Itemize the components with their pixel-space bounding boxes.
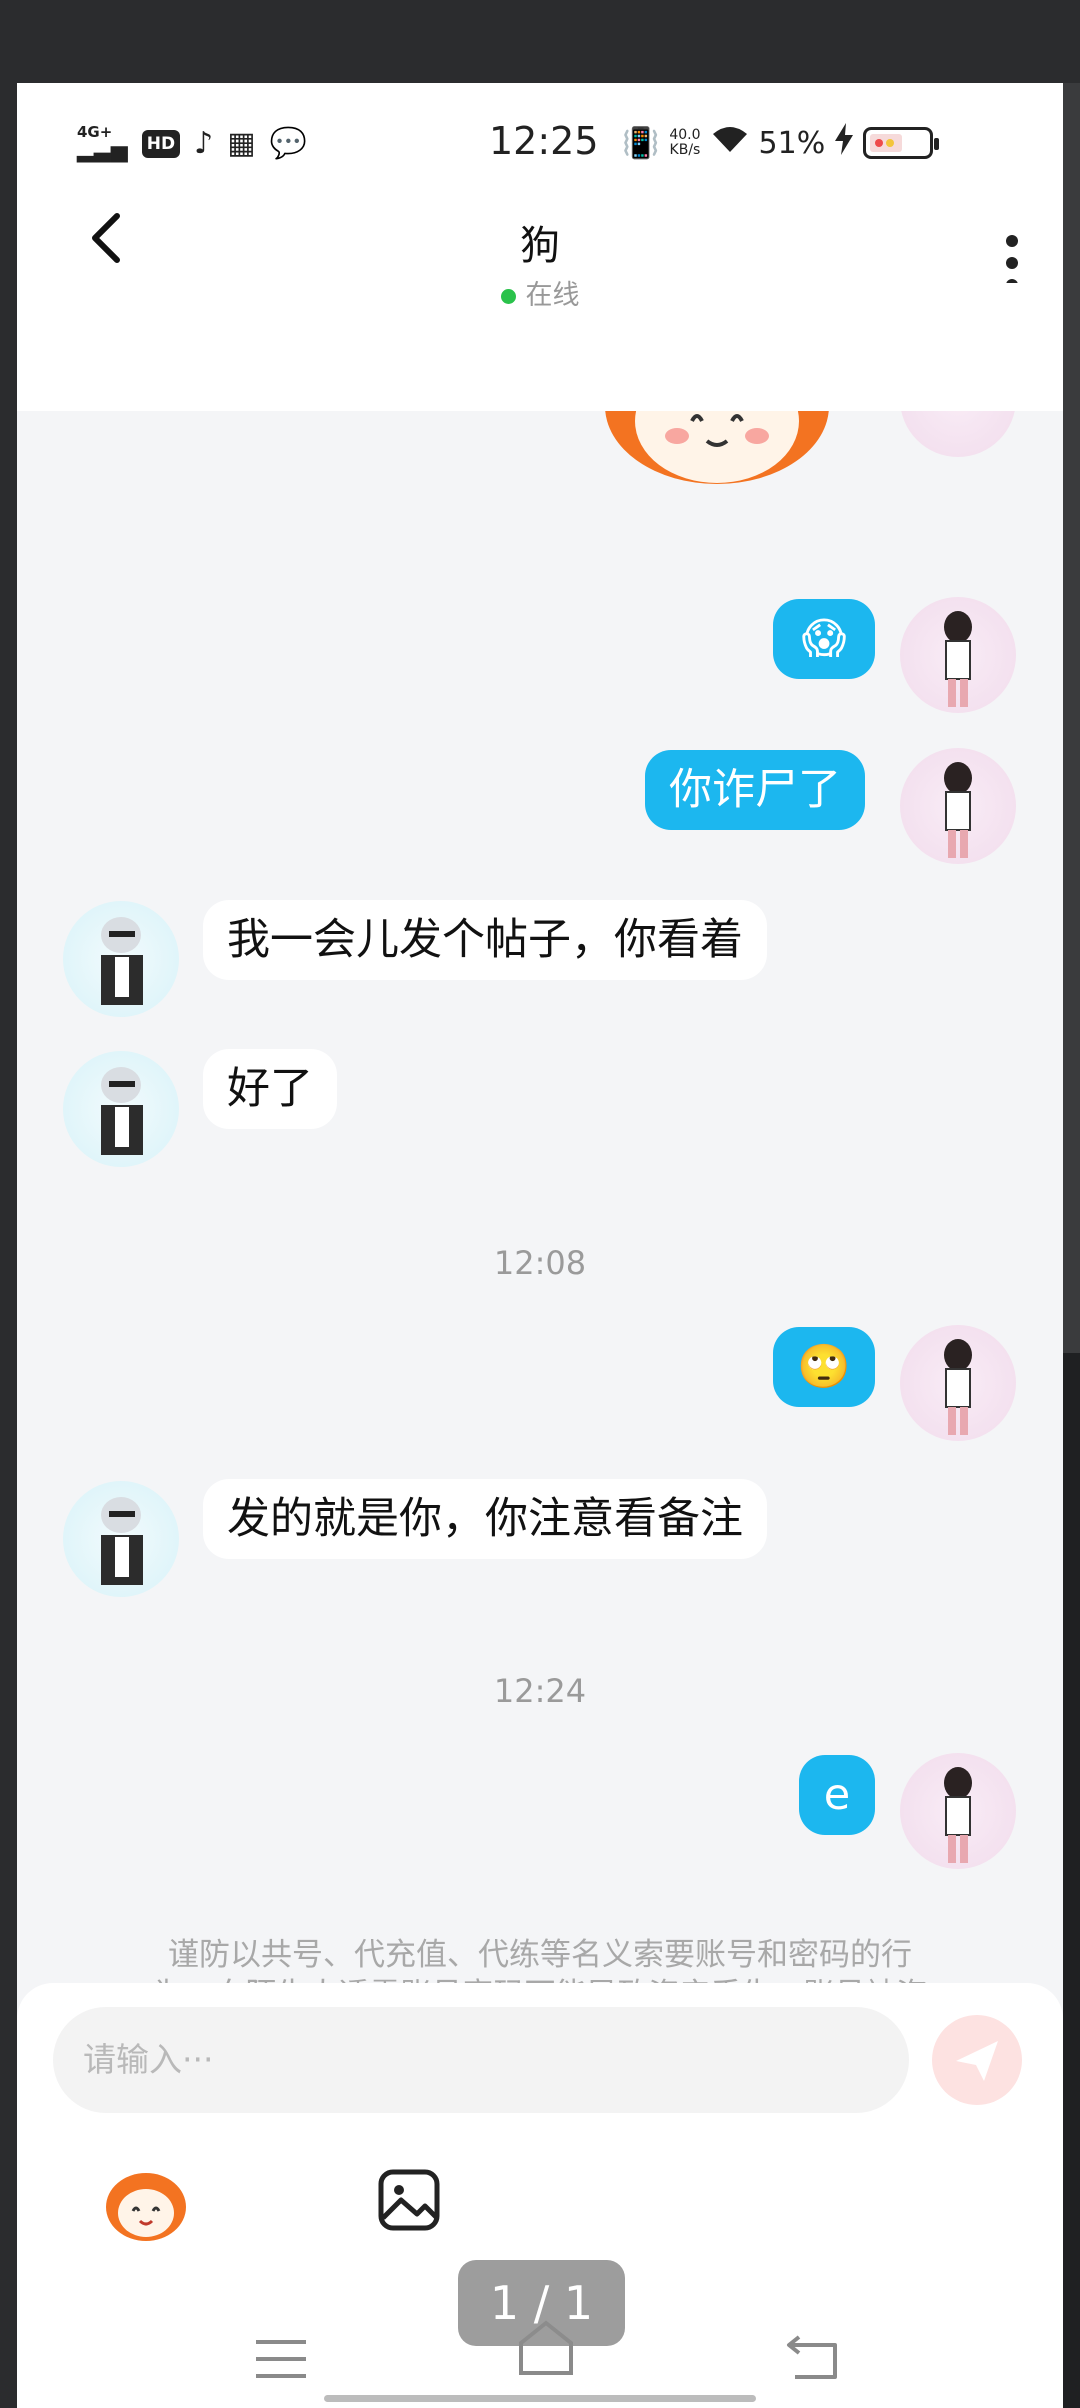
sticker-icon <box>106 2173 186 2241</box>
charging-icon <box>835 123 854 163</box>
send-button[interactable] <box>932 2015 1022 2105</box>
security-notice-line: 谨防以共号、代充值、代练等名义索要账号和密码的行 <box>168 1937 912 1973</box>
tiktok-icon: ♪ <box>194 126 214 161</box>
back-arrow-icon <box>787 2335 837 2379</box>
message-bubble-incoming[interactable]: 好了 <box>203 1049 337 1129</box>
status-right-icons: 📳 40.0 KB/s 51% <box>622 123 940 163</box>
menu-icon <box>256 2340 306 2378</box>
my-avatar[interactable] <box>900 1753 1016 1869</box>
my-avatar[interactable] <box>900 748 1016 864</box>
status-time: 12:25 <box>489 119 599 163</box>
battery-icon <box>863 127 940 159</box>
network-speed: 40.0 KB/s <box>669 127 701 158</box>
timestamp: 12:08 <box>493 1244 587 1282</box>
battery-percent: 51% <box>758 125 826 161</box>
contact-avatar[interactable] <box>63 901 179 1017</box>
page-indicator: 1 / 1 <box>458 2260 625 2346</box>
nav-back-button[interactable] <box>785 2331 841 2381</box>
hd-badge: HD <box>141 129 181 158</box>
chat-area[interactable]: 😱 你诈尸了 我一会儿发个帖子，你看着 好了 12:08 🙄 发的就是你，你注意… <box>17 411 1063 2066</box>
nav-recents-button[interactable] <box>254 2338 308 2380</box>
home-indicator[interactable] <box>324 2395 756 2402</box>
status-bar: 4G+ ▂▃▅ HD ♪ ▦ 💬 12:25 📳 40.0 KB/s 51% 狗 <box>17 83 1063 291</box>
status-left-icons: 4G+ ▂▃▅ HD ♪ ▦ 💬 <box>77 125 307 162</box>
contact-avatar[interactable] <box>63 1481 179 1597</box>
my-avatar[interactable] <box>900 411 1016 457</box>
message-bubble-outgoing[interactable]: 😱 <box>773 599 875 679</box>
signal-indicator: 4G+ ▂▃▅ <box>77 123 128 163</box>
chat-title: 狗 <box>520 223 560 269</box>
online-status: 在线 <box>17 273 1063 312</box>
wifi-icon <box>711 124 749 162</box>
my-avatar[interactable] <box>900 597 1016 713</box>
message-input[interactable]: 请输入··· <box>53 2007 909 2113</box>
message-bubble-outgoing[interactable]: 🙄 <box>773 1327 875 1407</box>
vibrate-icon: 📳 <box>622 125 660 161</box>
my-avatar[interactable] <box>900 1325 1016 1441</box>
message-bubble-outgoing[interactable]: 你诈尸了 <box>645 750 865 830</box>
phone-screen: 4G+▂▃▅ HD ♪ ▦ 💬 12:25 📳 40.0KB/s 51% 狗 <box>17 83 1063 2408</box>
message-bubble-incoming[interactable]: 我一会儿发个帖子，你看着 <box>203 900 767 980</box>
screen-edge <box>1063 83 1080 2408</box>
sticker-picker-button[interactable] <box>103 2161 189 2247</box>
send-icon <box>956 2041 998 2081</box>
message-icon: 💬 <box>269 126 307 161</box>
online-dot <box>500 289 516 304</box>
app-notification-icon: ▦ <box>227 126 256 161</box>
timestamp: 12:24 <box>493 1672 587 1710</box>
sticker-image[interactable] <box>597 411 837 496</box>
contact-avatar[interactable] <box>63 1051 179 1167</box>
header-bar: 在线 <box>17 280 1063 411</box>
image-picker-button[interactable] <box>377 2168 441 2232</box>
image-icon <box>378 2169 440 2231</box>
message-bubble-outgoing[interactable]: e <box>799 1755 875 1835</box>
message-bubble-incoming[interactable]: 发的就是你，你注意看备注 <box>203 1479 767 1559</box>
